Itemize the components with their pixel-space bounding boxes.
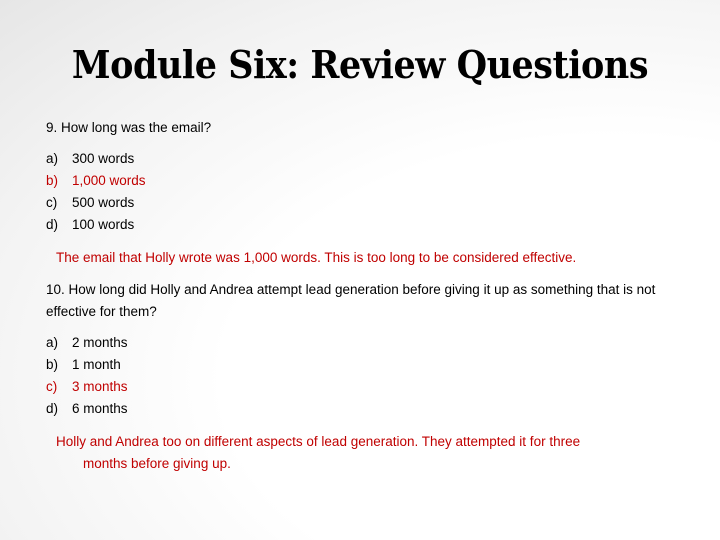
option-d: d) 100 words [46, 214, 146, 236]
option-c: c) 500 words [46, 192, 146, 214]
option-letter: a) [46, 151, 59, 166]
option-letter: d) [46, 217, 59, 232]
slide-title: Module Six: Review Questions [71, 42, 649, 87]
option-letter: c) [46, 379, 58, 394]
question-10: 10. How long did Holly and Andrea attemp… [46, 279, 686, 323]
explanation-line-1: Holly and Andrea too on different aspect… [56, 434, 581, 449]
option-text: 1,000 words [72, 173, 146, 188]
option-letter: b) [46, 357, 59, 372]
option-text: 500 words [72, 195, 135, 210]
option-a: a) 2 months [46, 332, 128, 354]
question-number: 9. [46, 120, 58, 135]
option-text: 300 words [72, 151, 135, 166]
option-c-correct: c) 3 months [46, 376, 128, 398]
question-9-options: a) 300 words b) 1,000 words c) 500 words d)… [46, 148, 146, 236]
slide: Module Six: Review Questions 9. How long… [0, 0, 720, 540]
option-text: 3 months [72, 379, 128, 394]
option-d: d) 6 months [46, 398, 128, 420]
question-text: How long was the email? [61, 120, 212, 135]
explanation-line-2: months before giving up. [83, 456, 231, 471]
question-number: 10. [46, 282, 65, 297]
option-letter: b) [46, 173, 59, 188]
option-text: 1 month [72, 357, 121, 372]
option-text: 2 months [72, 335, 128, 350]
question-10-explanation: Holly and Andrea too on different aspect… [56, 431, 676, 475]
option-a: a) 300 words [46, 148, 146, 170]
option-text: 100 words [72, 217, 135, 232]
question-9: 9. How long was the email? [46, 117, 211, 139]
question-text: How long did Holly and Andrea attempt le… [46, 282, 656, 319]
option-b: b) 1 month [46, 354, 128, 376]
option-letter: d) [46, 401, 59, 416]
option-letter: c) [46, 195, 58, 210]
option-text: 6 months [72, 401, 128, 416]
question-9-explanation: The email that Holly wrote was 1,000 wor… [56, 250, 577, 265]
option-b-correct: b) 1,000 words [46, 170, 146, 192]
question-10-options: a) 2 months b) 1 month c) 3 months d) 6 mont… [46, 332, 128, 420]
option-letter: a) [46, 335, 59, 350]
